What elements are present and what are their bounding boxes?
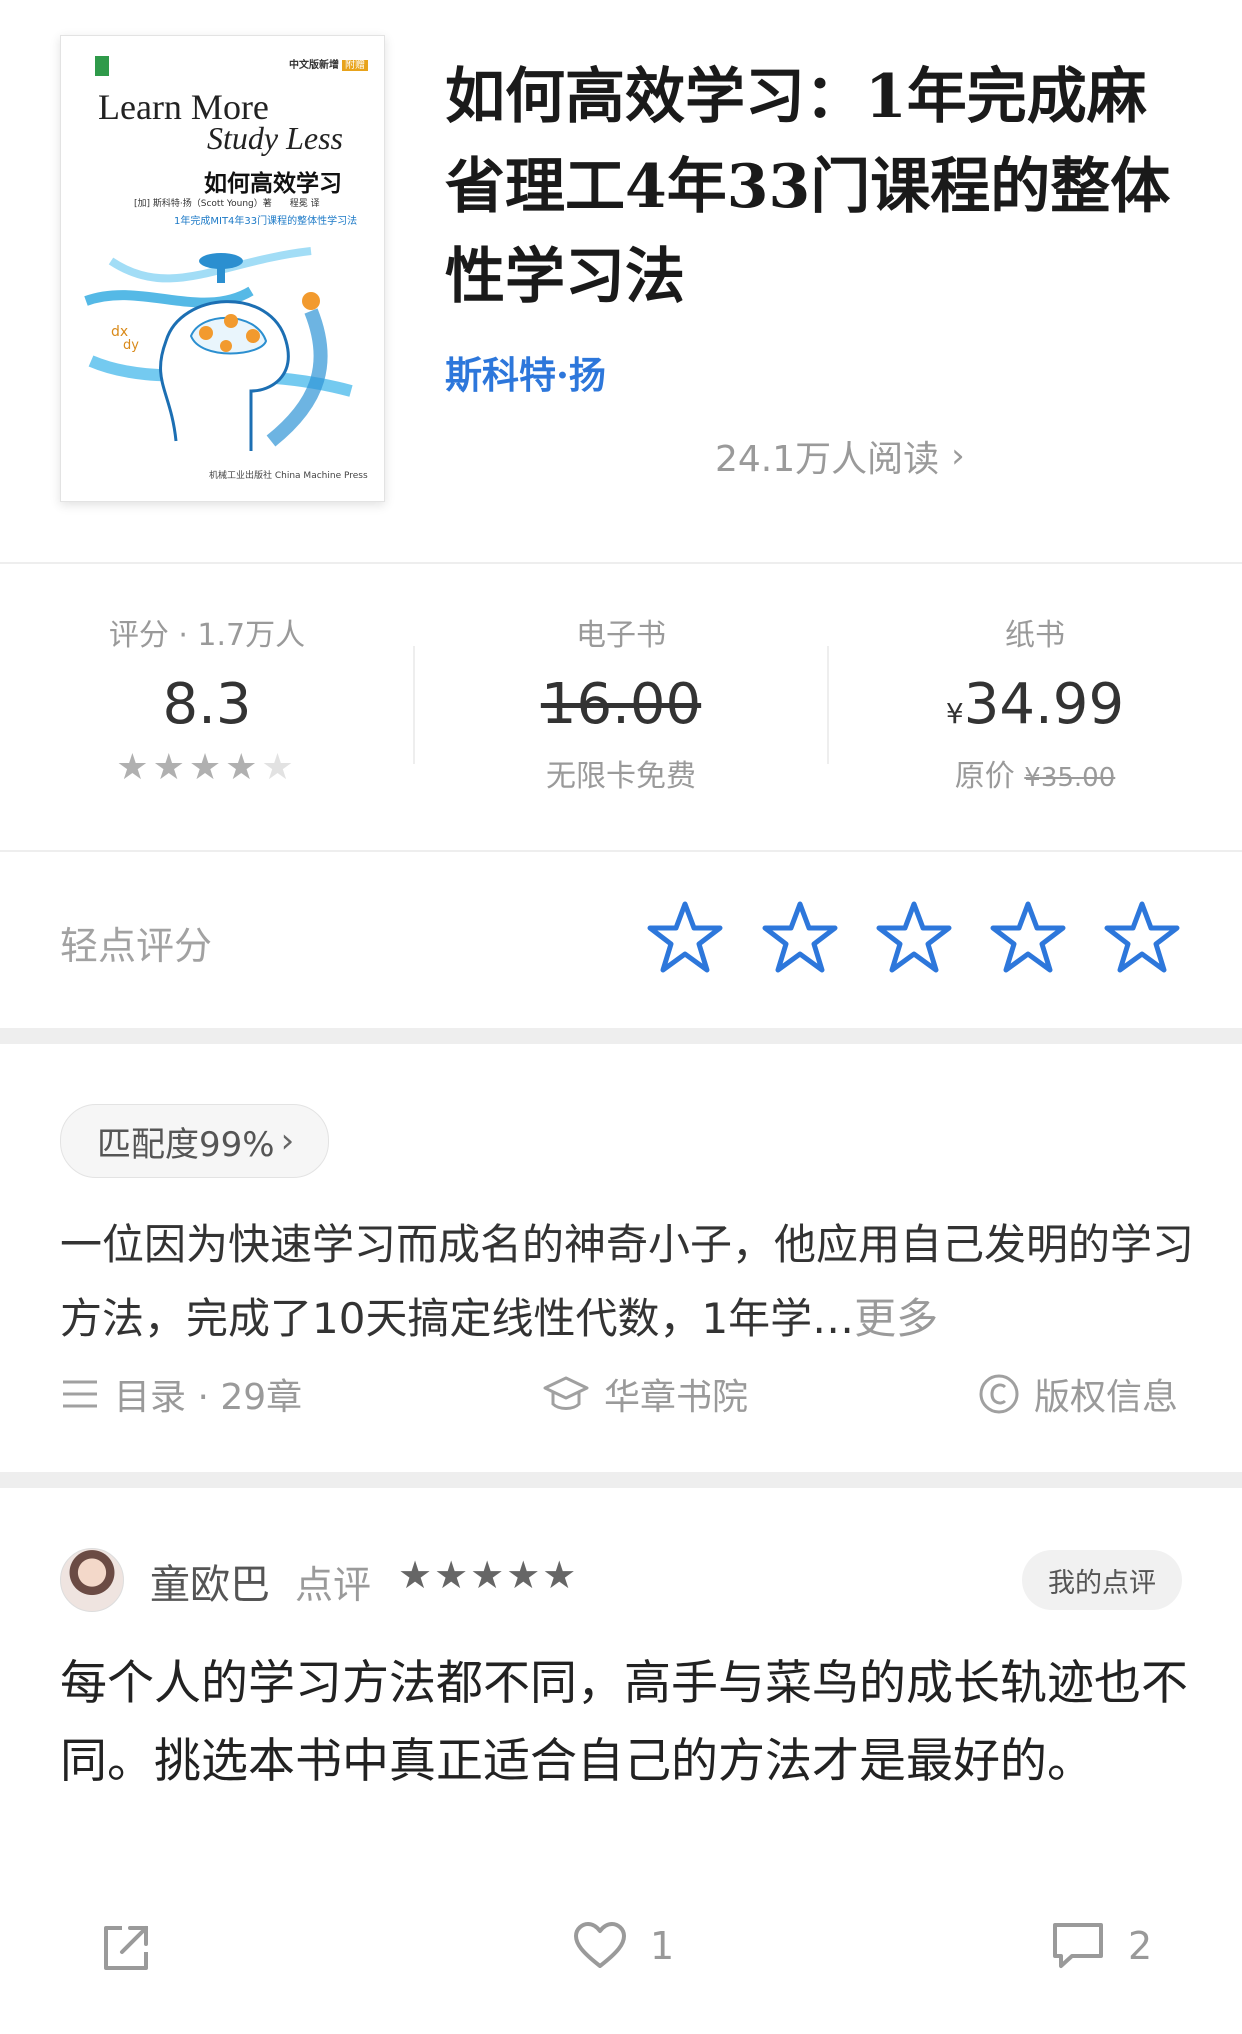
star-outline-icon[interactable]	[988, 898, 1068, 978]
reviewer-name[interactable]: 童欧巴	[150, 1552, 270, 1610]
toc-button[interactable]: 目录 · 29章	[60, 1368, 302, 1420]
book-cover[interactable]: 中文版新增 附赠 Learn More Study Less 如何高效学习 [加]…	[60, 35, 385, 502]
rating-label: 评分 · 1.7万人	[108, 618, 306, 653]
book-author[interactable]: 斯科特·扬	[445, 345, 606, 399]
star-outline-icon[interactable]	[645, 898, 725, 978]
star-icon: ★	[225, 747, 262, 788]
ebook-price: 16.00	[540, 672, 702, 737]
paper-original-price: 原价 ¥35.00	[954, 759, 1116, 794]
comment-icon	[1053, 1923, 1103, 1968]
section-separator	[0, 1028, 1242, 1044]
copyright-button[interactable]: 版权信息	[978, 1368, 1178, 1420]
copyright-icon	[979, 1374, 1019, 1414]
publisher-button[interactable]: 华章书院	[542, 1368, 748, 1420]
cover-title-cn: 如何高效学习	[204, 171, 342, 197]
star-outline-icon[interactable]	[1102, 898, 1182, 978]
publisher-label: 华章书院	[604, 1377, 749, 1418]
chevron-right-icon: ›	[280, 1121, 295, 1161]
chevron-right-icon: ›	[951, 436, 965, 476]
ebook-note: 无限卡免费	[546, 759, 696, 794]
review-type: 点评	[295, 1563, 372, 1607]
paper-price-value: 34.99	[963, 672, 1125, 737]
star-icon: ★	[188, 747, 226, 788]
share-icon	[104, 1926, 148, 1970]
publisher-mark	[95, 56, 109, 76]
rating-value: 8.3	[162, 672, 252, 737]
review-text[interactable]: 每个人的学习方法都不同，高手与菜鸟的成长轨迹也不同。挑选本书中真正适合自己的方法…	[60, 1645, 1190, 1801]
like-button[interactable]: 1	[572, 1920, 674, 1972]
match-degree-text: 匹配度99%	[97, 1124, 275, 1165]
currency-symbol: ¥	[945, 697, 964, 730]
intro-more-link[interactable]: 更多	[854, 1294, 938, 1343]
star-outline-icon[interactable]	[874, 898, 954, 978]
avatar[interactable]	[60, 1548, 124, 1612]
divider	[0, 850, 1242, 852]
toc-label: 目录 · 29章	[114, 1377, 303, 1418]
readers-count-text: 24.1万人阅读	[715, 439, 940, 480]
svg-text:dy: dy	[123, 338, 139, 353]
paper-label: 纸书	[1005, 618, 1065, 653]
my-review-button[interactable]: 我的点评	[1022, 1550, 1182, 1610]
like-count: 1	[650, 1924, 675, 1968]
star-icon: ★	[261, 747, 298, 788]
rating-stat[interactable]: 评分 · 1.7万人 8.3 ★★★★★	[0, 610, 414, 788]
star-outline-icon[interactable]	[760, 898, 840, 978]
rating-stars: ★★★★★	[0, 747, 414, 788]
comment-count: 2	[1128, 1924, 1153, 1968]
intro-text: 一位因为快速学习而成名的神奇小子，他应用自己发明的学习方法，完成了10天搞定线性…	[60, 1220, 1195, 1343]
copyright-label: 版权信息	[1034, 1377, 1179, 1418]
tap-rating-label: 轻点评分	[60, 924, 213, 968]
book-intro[interactable]: 一位因为快速学习而成名的神奇小子，他应用自己发明的学习方法，完成了10天搞定线性…	[60, 1208, 1195, 1356]
comment-button[interactable]: 2	[1050, 1920, 1152, 1972]
cover-title-en-2: Study Less	[207, 120, 343, 156]
graduation-cap-icon	[543, 1376, 589, 1410]
cover-corner-label: 中文版新增 附赠	[289, 56, 368, 71]
menu-icon	[63, 1380, 97, 1408]
ebook-stat[interactable]: 电子书 16.00 无限卡免费	[414, 610, 828, 795]
readers-count[interactable]: 24.1万人阅读 ›	[715, 430, 965, 482]
paper-book-stat[interactable]: 纸书 ¥34.99 原价 ¥35.00	[828, 610, 1242, 795]
star-icon: ★	[152, 747, 189, 788]
divider	[0, 562, 1242, 564]
cover-tagline: 1年完成MIT4年33门课程的整体性学习法	[174, 216, 358, 227]
cover-author-line: [加] 斯科特·扬（Scott Young）著 程冕 译	[134, 199, 320, 209]
share-button[interactable]	[98, 1920, 176, 1976]
book-title: 如何高效学习：1年完成麻省理工4年33门课程的整体性学习法	[445, 62, 1171, 312]
cover-brain-illustration: dx dy	[84, 247, 353, 451]
paper-price: ¥34.99	[828, 672, 1242, 737]
section-separator	[0, 1472, 1242, 1488]
ebook-label: 电子书	[576, 618, 666, 653]
star-icon: ★	[116, 747, 153, 788]
match-degree-button[interactable]: 匹配度99% ›	[60, 1104, 330, 1178]
heart-icon	[574, 1922, 626, 1968]
review-stars: ★★★★★	[398, 1553, 579, 1597]
cover-publisher: 机械工业出版社 China Machine Press	[209, 471, 368, 481]
